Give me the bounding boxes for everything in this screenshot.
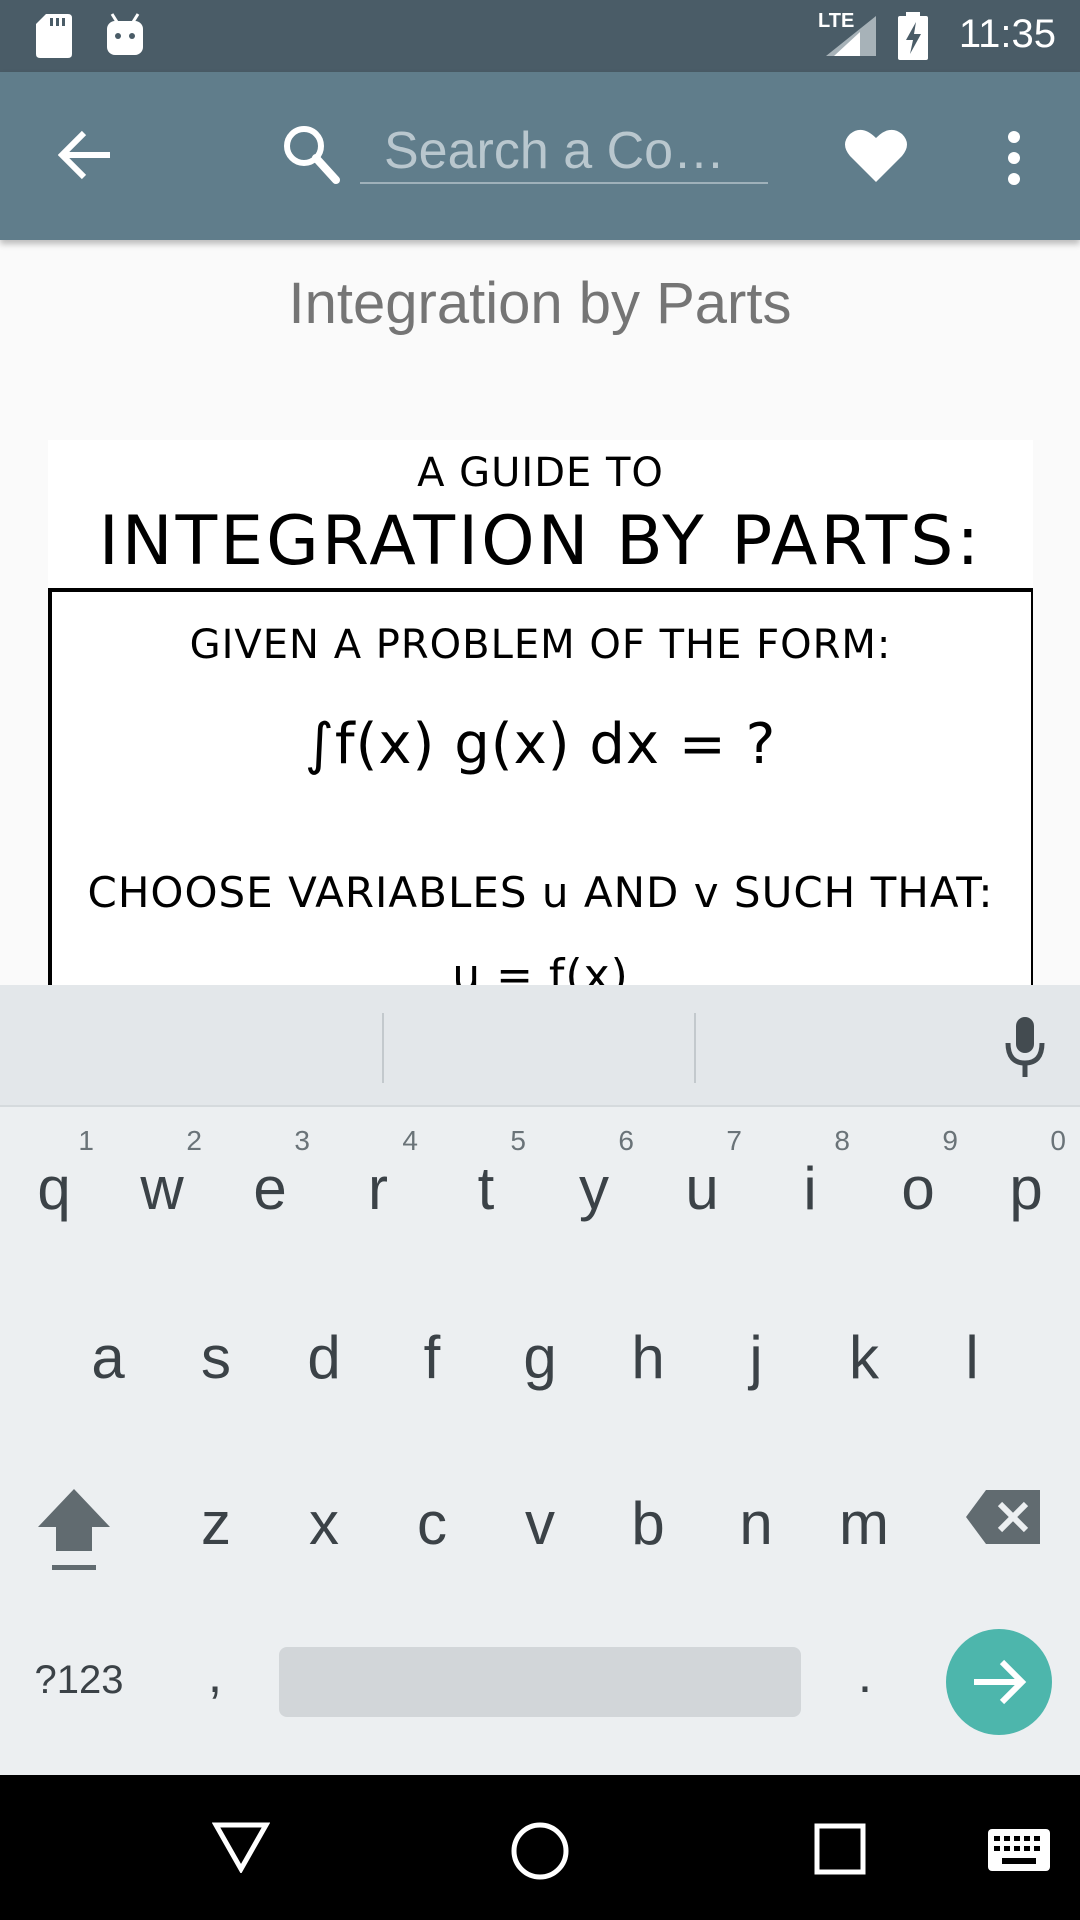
suggestion-divider (382, 1013, 384, 1083)
keyboard-icon[interactable] (988, 1829, 1050, 1871)
key-u[interactable]: 7u (648, 1125, 756, 1235)
soft-keyboard: 1q2w3e4r5t6y7u8i9o0p asdfghjkl zxcvbnm ?… (0, 985, 1080, 1775)
key-q[interactable]: 1q (0, 1125, 108, 1235)
suggestion-divider (694, 1013, 696, 1083)
key-w[interactable]: 2w (108, 1125, 216, 1235)
key-hint: 4 (402, 1125, 418, 1156)
more-vert-icon[interactable] (1002, 130, 1026, 186)
app-bar (0, 72, 1080, 240)
backspace-icon[interactable] (966, 1490, 1040, 1544)
key-hint: 8 (834, 1125, 850, 1156)
key-x[interactable]: x (270, 1469, 378, 1579)
key-hint: 7 (726, 1125, 742, 1156)
page-title: Integration by Parts (288, 271, 792, 336)
search-input[interactable] (360, 120, 768, 184)
key-label: r (368, 1155, 388, 1222)
nav-back-icon[interactable] (212, 1821, 270, 1873)
navigation-bar (0, 1775, 1080, 1920)
key-label: o (901, 1155, 935, 1222)
status-bar: LTE 11:35 (0, 0, 1080, 72)
lte-signal-icon (826, 16, 876, 56)
key-l[interactable]: l (918, 1303, 1026, 1413)
key-v[interactable]: v (486, 1469, 594, 1579)
status-time: 11:35 (958, 12, 1056, 56)
key-m[interactable]: m (810, 1469, 918, 1579)
key-f[interactable]: f (378, 1303, 486, 1413)
period-key[interactable]: . (830, 1635, 900, 1715)
key-h[interactable]: h (594, 1303, 702, 1413)
heart-icon[interactable] (844, 126, 908, 184)
key-label: y (579, 1155, 609, 1222)
comic-line-guide: A GUIDE TO (417, 450, 664, 496)
key-j[interactable]: j (702, 1303, 810, 1413)
comic-line-u: u = f(x) (452, 950, 629, 985)
key-label: e (253, 1155, 287, 1222)
key-o[interactable]: 9o (864, 1125, 972, 1235)
sd-card-icon (36, 14, 72, 58)
battery-charging-icon (898, 12, 928, 60)
key-e[interactable]: 3e (216, 1125, 324, 1235)
key-label: p (1009, 1155, 1043, 1222)
space-key[interactable] (279, 1647, 801, 1717)
suggestion-strip (0, 985, 1080, 1107)
microphone-icon[interactable] (1004, 1017, 1046, 1079)
key-k[interactable]: k (810, 1303, 918, 1413)
key-z[interactable]: z (162, 1469, 270, 1579)
shift-icon[interactable] (38, 1487, 110, 1573)
key-label: q (37, 1155, 71, 1222)
key-a[interactable]: a (54, 1303, 162, 1413)
comic-line-heading: INTEGRATION BY PARTS: (98, 502, 983, 581)
key-hint: 3 (294, 1125, 310, 1156)
comma-key[interactable]: , (180, 1635, 250, 1715)
key-s[interactable]: s (162, 1303, 270, 1413)
key-label: w (140, 1155, 184, 1222)
nav-recents-icon[interactable] (814, 1823, 866, 1875)
comic-line-integral: ∫f(x) g(x) dx = ? (304, 712, 777, 777)
arrow-right-icon (974, 1659, 1027, 1705)
key-y[interactable]: 6y (540, 1125, 648, 1235)
comic-image: A GUIDE TO INTEGRATION BY PARTS: GIVEN A… (48, 440, 1033, 985)
key-c[interactable]: c (378, 1469, 486, 1579)
key-hint: 5 (510, 1125, 526, 1156)
arrow-left-icon[interactable] (58, 130, 112, 180)
key-d[interactable]: d (270, 1303, 378, 1413)
key-label: t (477, 1155, 495, 1222)
key-label: u (685, 1155, 719, 1222)
key-p[interactable]: 0p (972, 1125, 1080, 1235)
comic-line-given: GIVEN A PROBLEM OF THE FORM: (189, 622, 892, 668)
enter-key[interactable] (946, 1629, 1052, 1735)
symbols-key[interactable]: ?123 (24, 1645, 134, 1715)
key-i[interactable]: 8i (756, 1125, 864, 1235)
comic-line-choose: CHOOSE VARIABLES u AND v SUCH THAT: (87, 868, 994, 917)
key-t[interactable]: 5t (432, 1125, 540, 1235)
key-hint: 9 (942, 1125, 958, 1156)
key-label: i (803, 1155, 817, 1222)
key-r[interactable]: 4r (324, 1125, 432, 1235)
android-icon (107, 13, 143, 55)
search-icon (284, 126, 340, 184)
key-hint: 1 (78, 1125, 94, 1156)
key-n[interactable]: n (702, 1469, 810, 1579)
key-g[interactable]: g (486, 1303, 594, 1413)
nav-home-icon[interactable] (510, 1821, 570, 1881)
key-b[interactable]: b (594, 1469, 702, 1579)
key-hint: 6 (618, 1125, 634, 1156)
key-hint: 2 (186, 1125, 202, 1156)
key-hint: 0 (1050, 1125, 1066, 1156)
